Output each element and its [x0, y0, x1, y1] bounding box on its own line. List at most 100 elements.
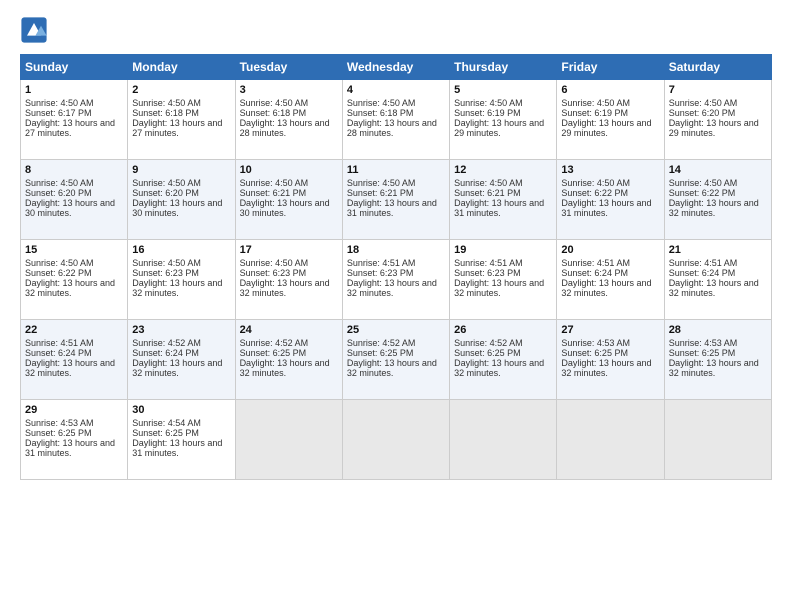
sunrise-text: Sunrise: 4:53 AM: [25, 418, 94, 428]
sunset-text: Sunset: 6:18 PM: [132, 108, 199, 118]
calendar-cell: [557, 400, 664, 480]
sunset-text: Sunset: 6:25 PM: [347, 348, 414, 358]
daylight-label: Daylight: 13 hours and 32 minutes.: [25, 358, 115, 378]
sunset-text: Sunset: 6:23 PM: [132, 268, 199, 278]
sunrise-text: Sunrise: 4:52 AM: [132, 338, 201, 348]
sunrise-text: Sunrise: 4:50 AM: [561, 98, 630, 108]
daylight-label: Daylight: 13 hours and 30 minutes.: [240, 198, 330, 218]
day-number: 24: [240, 324, 338, 336]
daylight-label: Daylight: 13 hours and 27 minutes.: [132, 118, 222, 138]
calendar-cell: 5 Sunrise: 4:50 AM Sunset: 6:19 PM Dayli…: [450, 80, 557, 160]
calendar-cell: 22 Sunrise: 4:51 AM Sunset: 6:24 PM Dayl…: [21, 320, 128, 400]
sunset-text: Sunset: 6:23 PM: [347, 268, 414, 278]
daylight-label: Daylight: 13 hours and 30 minutes.: [132, 198, 222, 218]
sunrise-text: Sunrise: 4:50 AM: [669, 98, 738, 108]
daylight-label: Daylight: 13 hours and 32 minutes.: [132, 278, 222, 298]
page-container: SundayMondayTuesdayWednesdayThursdayFrid…: [0, 0, 792, 490]
day-number: 26: [454, 324, 552, 336]
sunrise-text: Sunrise: 4:53 AM: [669, 338, 738, 348]
daylight-label: Daylight: 13 hours and 32 minutes.: [347, 278, 437, 298]
day-number: 11: [347, 164, 445, 176]
calendar-week-row: 1 Sunrise: 4:50 AM Sunset: 6:17 PM Dayli…: [21, 80, 772, 160]
calendar-cell: 4 Sunrise: 4:50 AM Sunset: 6:18 PM Dayli…: [342, 80, 449, 160]
logo-icon: [20, 16, 48, 44]
sunset-text: Sunset: 6:17 PM: [25, 108, 92, 118]
daylight-label: Daylight: 13 hours and 32 minutes.: [347, 358, 437, 378]
sunset-text: Sunset: 6:25 PM: [454, 348, 521, 358]
calendar-cell: [664, 400, 771, 480]
sunrise-text: Sunrise: 4:52 AM: [240, 338, 309, 348]
daylight-label: Daylight: 13 hours and 32 minutes.: [132, 358, 222, 378]
sunset-text: Sunset: 6:20 PM: [25, 188, 92, 198]
sunrise-text: Sunrise: 4:52 AM: [347, 338, 416, 348]
sunrise-text: Sunrise: 4:50 AM: [25, 258, 94, 268]
sunrise-text: Sunrise: 4:50 AM: [132, 258, 201, 268]
day-header: Friday: [557, 55, 664, 80]
calendar-cell: 27 Sunrise: 4:53 AM Sunset: 6:25 PM Dayl…: [557, 320, 664, 400]
calendar-cell: 25 Sunrise: 4:52 AM Sunset: 6:25 PM Dayl…: [342, 320, 449, 400]
sunrise-text: Sunrise: 4:52 AM: [454, 338, 523, 348]
sunset-text: Sunset: 6:18 PM: [240, 108, 307, 118]
day-header: Monday: [128, 55, 235, 80]
calendar-cell: 7 Sunrise: 4:50 AM Sunset: 6:20 PM Dayli…: [664, 80, 771, 160]
day-number: 14: [669, 164, 767, 176]
sunset-text: Sunset: 6:24 PM: [561, 268, 628, 278]
sunrise-text: Sunrise: 4:53 AM: [561, 338, 630, 348]
daylight-label: Daylight: 13 hours and 32 minutes.: [240, 278, 330, 298]
calendar-week-row: 22 Sunrise: 4:51 AM Sunset: 6:24 PM Dayl…: [21, 320, 772, 400]
day-number: 19: [454, 244, 552, 256]
calendar-week-row: 8 Sunrise: 4:50 AM Sunset: 6:20 PM Dayli…: [21, 160, 772, 240]
daylight-label: Daylight: 13 hours and 32 minutes.: [561, 358, 651, 378]
calendar-header-row: SundayMondayTuesdayWednesdayThursdayFrid…: [21, 55, 772, 80]
daylight-label: Daylight: 13 hours and 31 minutes.: [454, 198, 544, 218]
sunrise-text: Sunrise: 4:50 AM: [347, 98, 416, 108]
day-number: 6: [561, 84, 659, 96]
calendar-cell: 30 Sunrise: 4:54 AM Sunset: 6:25 PM Dayl…: [128, 400, 235, 480]
daylight-label: Daylight: 13 hours and 30 minutes.: [25, 198, 115, 218]
calendar-table: SundayMondayTuesdayWednesdayThursdayFrid…: [20, 54, 772, 480]
daylight-label: Daylight: 13 hours and 32 minutes.: [25, 278, 115, 298]
day-number: 13: [561, 164, 659, 176]
sunrise-text: Sunrise: 4:50 AM: [240, 98, 309, 108]
daylight-label: Daylight: 13 hours and 28 minutes.: [347, 118, 437, 138]
day-number: 28: [669, 324, 767, 336]
calendar-cell: 16 Sunrise: 4:50 AM Sunset: 6:23 PM Dayl…: [128, 240, 235, 320]
daylight-label: Daylight: 13 hours and 31 minutes.: [132, 438, 222, 458]
sunrise-text: Sunrise: 4:50 AM: [25, 178, 94, 188]
sunrise-text: Sunrise: 4:50 AM: [240, 258, 309, 268]
calendar-cell: 18 Sunrise: 4:51 AM Sunset: 6:23 PM Dayl…: [342, 240, 449, 320]
sunset-text: Sunset: 6:20 PM: [132, 188, 199, 198]
day-number: 5: [454, 84, 552, 96]
header: [20, 16, 772, 44]
calendar-cell: 24 Sunrise: 4:52 AM Sunset: 6:25 PM Dayl…: [235, 320, 342, 400]
day-header: Thursday: [450, 55, 557, 80]
day-number: 4: [347, 84, 445, 96]
sunrise-text: Sunrise: 4:50 AM: [347, 178, 416, 188]
sunrise-text: Sunrise: 4:50 AM: [25, 98, 94, 108]
sunrise-text: Sunrise: 4:51 AM: [561, 258, 630, 268]
calendar-cell: 14 Sunrise: 4:50 AM Sunset: 6:22 PM Dayl…: [664, 160, 771, 240]
calendar-cell: 6 Sunrise: 4:50 AM Sunset: 6:19 PM Dayli…: [557, 80, 664, 160]
day-header: Saturday: [664, 55, 771, 80]
day-header: Wednesday: [342, 55, 449, 80]
sunset-text: Sunset: 6:21 PM: [454, 188, 521, 198]
calendar-cell: 2 Sunrise: 4:50 AM Sunset: 6:18 PM Dayli…: [128, 80, 235, 160]
day-number: 21: [669, 244, 767, 256]
sunset-text: Sunset: 6:21 PM: [347, 188, 414, 198]
calendar-cell: 23 Sunrise: 4:52 AM Sunset: 6:24 PM Dayl…: [128, 320, 235, 400]
calendar-cell: 9 Sunrise: 4:50 AM Sunset: 6:20 PM Dayli…: [128, 160, 235, 240]
day-number: 18: [347, 244, 445, 256]
sunset-text: Sunset: 6:22 PM: [25, 268, 92, 278]
sunrise-text: Sunrise: 4:50 AM: [669, 178, 738, 188]
daylight-label: Daylight: 13 hours and 32 minutes.: [240, 358, 330, 378]
calendar-cell: 19 Sunrise: 4:51 AM Sunset: 6:23 PM Dayl…: [450, 240, 557, 320]
day-number: 27: [561, 324, 659, 336]
calendar-cell: [450, 400, 557, 480]
calendar-cell: [235, 400, 342, 480]
calendar-cell: 17 Sunrise: 4:50 AM Sunset: 6:23 PM Dayl…: [235, 240, 342, 320]
sunrise-text: Sunrise: 4:51 AM: [454, 258, 523, 268]
calendar-cell: 12 Sunrise: 4:50 AM Sunset: 6:21 PM Dayl…: [450, 160, 557, 240]
sunrise-text: Sunrise: 4:51 AM: [669, 258, 738, 268]
sunset-text: Sunset: 6:20 PM: [669, 108, 736, 118]
sunset-text: Sunset: 6:25 PM: [25, 428, 92, 438]
